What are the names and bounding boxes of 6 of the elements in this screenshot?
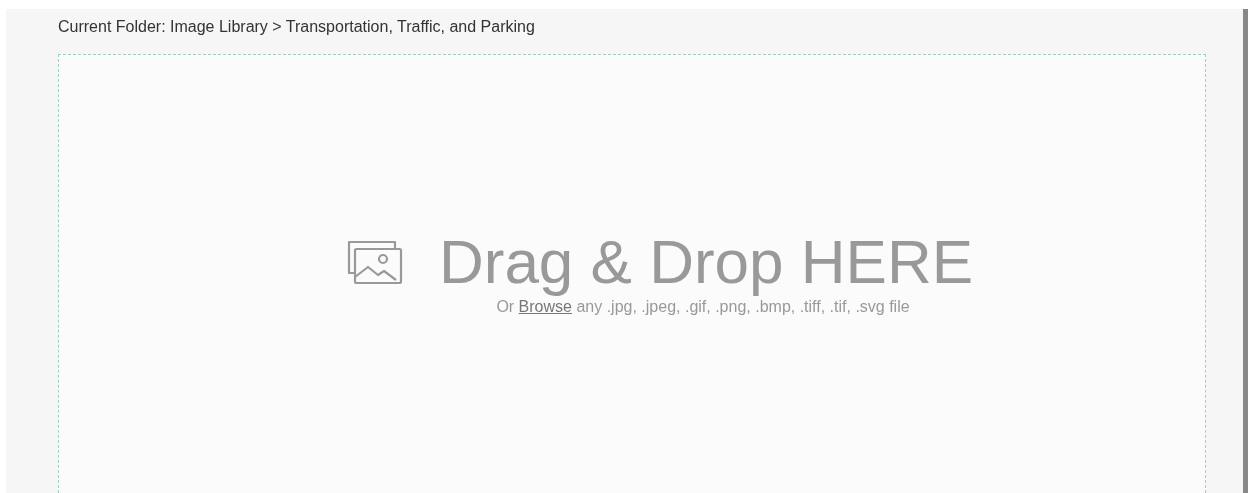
image-icon — [345, 240, 403, 284]
drop-zone[interactable]: Drag & Drop HERE Or Browse any .jpg, .jpeg, .gif, .png, .bmp, .tiff, .tif, .svg file — [58, 54, 1206, 493]
browse-link[interactable]: Browse — [518, 298, 572, 315]
scrollbar[interactable] — [1243, 9, 1248, 493]
breadcrumb: Current Folder: Image Library > Transportation, Traffic, and Parking — [58, 17, 536, 36]
upload-hint: Or Browse any .jpg, .jpeg, .gif, .png, .bmp, .tiff, .tif, .svg file — [496, 298, 910, 316]
